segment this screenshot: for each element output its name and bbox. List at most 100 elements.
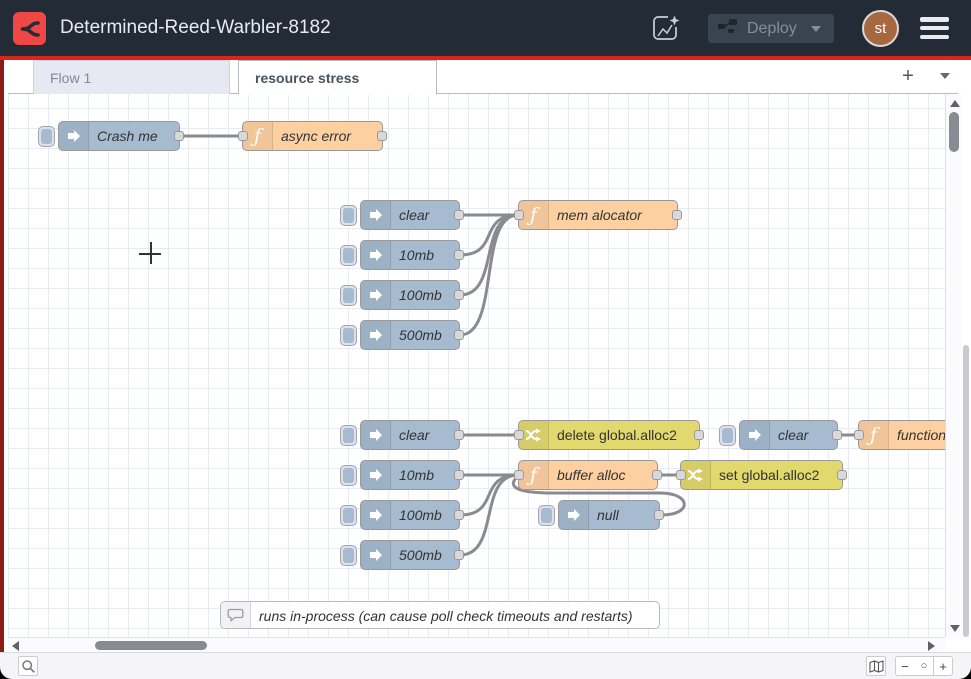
scroll-down-icon[interactable] [950, 625, 960, 632]
assistant-icon[interactable] [650, 13, 682, 45]
recording-border-left [0, 60, 4, 652]
node-label: Crash me [97, 122, 158, 150]
scroll-left-icon[interactable] [12, 641, 19, 651]
node-label: 100mb [399, 281, 442, 309]
scroll-right-icon[interactable] [928, 641, 935, 651]
output-port[interactable] [654, 510, 664, 520]
inject-trigger-button[interactable] [340, 245, 357, 266]
node-clear-1[interactable]: clear [360, 200, 460, 230]
search-icon [21, 659, 36, 674]
output-port[interactable] [652, 470, 662, 480]
flow-tabbar: Flow 1 resource stress + [8, 60, 958, 94]
navigator-button[interactable] [866, 656, 886, 676]
scroll-up-icon[interactable] [950, 100, 960, 107]
output-port[interactable] [454, 250, 464, 260]
inject-trigger-button[interactable] [340, 325, 357, 346]
deploy-caret-icon[interactable] [811, 26, 821, 32]
input-port[interactable] [514, 470, 524, 480]
hamburger-menu-icon[interactable] [920, 17, 949, 39]
map-icon [869, 660, 884, 673]
inject-trigger-button[interactable] [38, 126, 55, 147]
output-port[interactable] [454, 510, 464, 520]
output-port[interactable] [454, 550, 464, 560]
node-label: 10mb [399, 241, 434, 269]
tab-resource-stress[interactable]: resource stress [238, 60, 437, 95]
inject-trigger-button[interactable] [340, 205, 357, 226]
node-clear-2[interactable]: clear [360, 420, 460, 450]
input-port[interactable] [854, 430, 864, 440]
node-function[interactable]: ƒfunction [858, 420, 945, 450]
inject-trigger-button[interactable] [538, 505, 555, 526]
node-label: async error [281, 122, 351, 150]
input-port[interactable] [514, 210, 524, 220]
output-port[interactable] [454, 290, 464, 300]
node-mem-alocator[interactable]: ƒmem alocator [518, 200, 678, 230]
inject-icon [361, 241, 391, 269]
tab-label: resource stress [255, 70, 359, 86]
node-label: delete global.alloc2 [557, 421, 677, 449]
vertical-scrollbar[interactable] [945, 94, 962, 637]
output-port[interactable] [174, 131, 184, 141]
node-async-error[interactable]: ƒasync error [242, 121, 383, 151]
output-port[interactable] [454, 210, 464, 220]
flow-list-caret-icon[interactable] [940, 73, 950, 79]
tab-label: Flow 1 [50, 70, 91, 86]
search-button[interactable] [18, 656, 38, 676]
node-set-global-alloc2[interactable]: set global.alloc2 [680, 460, 843, 490]
inject-trigger-button[interactable] [340, 285, 357, 306]
vertical-scroll-thumb[interactable] [949, 112, 959, 152]
output-port[interactable] [832, 430, 842, 440]
output-port[interactable] [694, 430, 704, 440]
inject-trigger-button[interactable] [719, 425, 736, 446]
input-port[interactable] [238, 131, 248, 141]
output-port[interactable] [672, 210, 682, 220]
node-comment[interactable]: runs in-process (can cause poll check ti… [220, 601, 660, 629]
node-100mb-1[interactable]: 100mb [360, 280, 460, 310]
zoom-in-button[interactable]: + [933, 656, 953, 676]
output-port[interactable] [454, 430, 464, 440]
browser-scrollbar-thumb[interactable] [963, 345, 969, 637]
inject-icon [361, 461, 391, 489]
horizontal-scroll-thumb[interactable] [95, 641, 207, 650]
inject-trigger-button[interactable] [340, 505, 357, 526]
window-corner [959, 667, 971, 679]
node-null[interactable]: null [558, 500, 660, 530]
node-label: clear [399, 201, 429, 229]
inject-icon [361, 201, 391, 229]
node-delete-global-alloc2[interactable]: delete global.alloc2 [518, 420, 700, 450]
flowfuse-logo-icon [13, 12, 46, 45]
user-avatar[interactable]: st [862, 10, 899, 47]
flow-canvas[interactable]: Crash me ƒasync error clear 10mb 100mb 500mb ƒ… [8, 94, 945, 637]
inject-icon [740, 421, 770, 449]
node-label: buffer alloc [557, 461, 625, 489]
zoom-out-button[interactable]: − [895, 656, 915, 676]
node-500mb-1[interactable]: 500mb [360, 320, 460, 350]
node-label: runs in-process (can cause poll check ti… [259, 602, 633, 630]
deploy-button[interactable]: Deploy [708, 14, 834, 43]
zoom-reset-button[interactable]: ○ [914, 656, 934, 676]
tab-flow-1[interactable]: Flow 1 [33, 60, 230, 94]
output-port[interactable] [377, 131, 387, 141]
horizontal-scrollbar[interactable] [8, 637, 945, 652]
output-port[interactable] [454, 330, 464, 340]
inject-icon [361, 541, 391, 569]
output-port[interactable] [837, 470, 847, 480]
node-10mb-1[interactable]: 10mb [360, 240, 460, 270]
output-port[interactable] [454, 470, 464, 480]
inject-icon [59, 122, 89, 150]
node-10mb-2[interactable]: 10mb [360, 460, 460, 490]
node-label: null [597, 501, 619, 529]
node-clear-3[interactable]: clear [739, 420, 838, 450]
inject-trigger-button[interactable] [340, 425, 357, 446]
wire-layer [8, 94, 945, 637]
node-100mb-2[interactable]: 100mb [360, 500, 460, 530]
node-buffer-alloc[interactable]: ƒbuffer alloc [518, 460, 658, 490]
inject-trigger-button[interactable] [340, 545, 357, 566]
add-flow-button[interactable]: + [896, 64, 920, 88]
input-port[interactable] [514, 430, 524, 440]
node-label: clear [399, 421, 429, 449]
inject-trigger-button[interactable] [340, 465, 357, 486]
node-500mb-2[interactable]: 500mb [360, 540, 460, 570]
node-crash-me[interactable]: Crash me [58, 121, 180, 151]
input-port[interactable] [676, 470, 686, 480]
